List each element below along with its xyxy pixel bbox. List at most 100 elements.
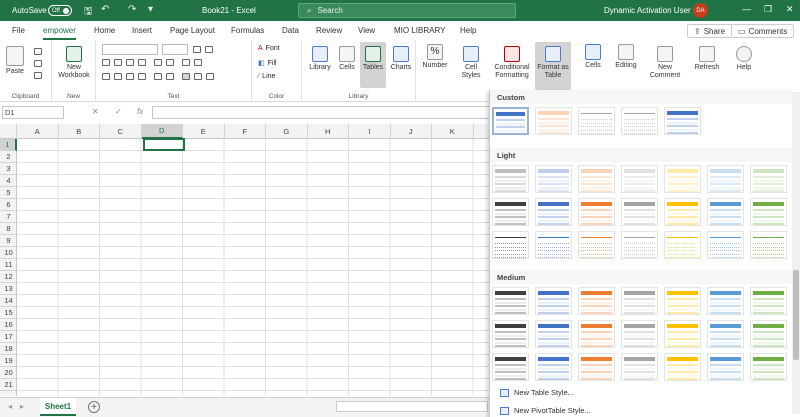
align-left-icon[interactable] (102, 73, 110, 80)
paste-button[interactable]: Paste (6, 46, 24, 76)
row-header[interactable]: 3 (0, 163, 17, 175)
line-color-button[interactable]: ∕ Line (258, 73, 275, 80)
row-header[interactable]: 20 (0, 367, 17, 379)
row-header[interactable]: 11 (0, 259, 17, 271)
table-style-swatch[interactable] (707, 353, 744, 381)
comments-button[interactable]: ▭ Comments (731, 24, 795, 38)
column-header[interactable]: I (349, 124, 391, 139)
row-header[interactable]: 9 (0, 235, 17, 247)
save-icon[interactable]: 🖫 (84, 4, 93, 21)
undo-icon[interactable]: ↶ (101, 4, 109, 15)
justify-icon[interactable] (138, 73, 146, 80)
column-header[interactable]: C (100, 124, 142, 139)
grow-font-icon[interactable] (193, 46, 201, 53)
refresh-button[interactable]: Refresh (692, 46, 722, 72)
table-style-swatch[interactable] (492, 353, 529, 381)
row-header[interactable]: 19 (0, 355, 17, 367)
cells-menu-button[interactable]: Cells (580, 44, 606, 70)
share-button[interactable]: ⇪ Share (687, 24, 733, 38)
bold-icon[interactable] (102, 59, 110, 66)
font-size-select[interactable] (162, 44, 188, 55)
gallery-scroll-thumb[interactable] (793, 270, 799, 360)
row-header[interactable]: 5 (0, 187, 17, 199)
insert-function-icon[interactable]: fx (137, 107, 143, 116)
tab-mio-library[interactable]: MIO LIBRARY (394, 26, 445, 35)
outdent-icon[interactable] (166, 73, 174, 80)
row-header[interactable]: 4 (0, 175, 17, 187)
horizontal-scrollbar[interactable] (336, 401, 488, 412)
column-header[interactable]: G (266, 124, 308, 139)
library-button[interactable]: Library (306, 46, 334, 72)
row-header[interactable]: 15 (0, 307, 17, 319)
cells-button[interactable]: Cells (336, 46, 358, 72)
row-header[interactable]: 16 (0, 319, 17, 331)
row-header[interactable]: 21 (0, 379, 17, 391)
table-style-swatch[interactable] (492, 107, 529, 135)
underline-icon[interactable] (126, 59, 134, 66)
row-header[interactable]: 14 (0, 295, 17, 307)
cut-icon[interactable] (34, 48, 42, 55)
tab-data[interactable]: Data (282, 26, 299, 35)
table-style-swatch[interactable] (578, 165, 615, 193)
minimize-icon[interactable]: — (742, 4, 751, 14)
table-style-swatch[interactable] (664, 287, 701, 315)
search-box[interactable]: ⌕ Search (298, 3, 516, 18)
table-style-swatch[interactable] (707, 231, 744, 259)
row-header[interactable]: 10 (0, 247, 17, 259)
table-style-swatch[interactable] (750, 231, 787, 259)
avatar[interactable]: DA (693, 3, 708, 18)
new-comment-button[interactable]: New Comment (646, 46, 684, 80)
table-style-swatch[interactable] (535, 231, 572, 259)
sub-icon[interactable] (154, 59, 162, 66)
table-style-swatch[interactable] (750, 353, 787, 381)
redo-icon[interactable]: ↷ (128, 4, 136, 15)
table-style-swatch[interactable] (664, 320, 701, 348)
table-style-swatch[interactable] (664, 198, 701, 226)
help-button[interactable]: Help (732, 46, 756, 72)
tab-review[interactable]: Review (316, 26, 342, 35)
sheet-tab[interactable]: Sheet1 (40, 398, 76, 416)
table-style-swatch[interactable] (621, 231, 658, 259)
table-style-swatch[interactable] (621, 198, 658, 226)
column-header[interactable]: H (308, 124, 349, 139)
table-style-swatch[interactable] (535, 353, 572, 381)
align-right-icon[interactable] (126, 73, 134, 80)
row-header[interactable]: 7 (0, 211, 17, 223)
row-header[interactable]: 6 (0, 199, 17, 211)
table-style-swatch[interactable] (750, 198, 787, 226)
column-header[interactable]: E (183, 124, 225, 139)
cancel-icon[interactable]: ✕ (92, 107, 99, 116)
close-icon[interactable]: ✕ (786, 4, 794, 15)
align-top-icon[interactable] (182, 73, 190, 80)
table-style-swatch[interactable] (750, 165, 787, 193)
tab-page-layout[interactable]: Page Layout (170, 26, 215, 35)
gallery-scrollbar[interactable] (792, 92, 800, 414)
formula-input[interactable] (152, 106, 490, 119)
editing-button[interactable]: Editing (612, 44, 640, 70)
table-style-swatch[interactable] (707, 287, 744, 315)
cell-styles-button[interactable]: Cell Styles (456, 46, 486, 80)
copy-icon[interactable] (34, 60, 42, 67)
column-header[interactable]: K (432, 124, 474, 139)
table-style-swatch[interactable] (578, 198, 615, 226)
table-style-swatch[interactable] (707, 198, 744, 226)
select-all-corner[interactable] (0, 124, 17, 139)
column-header[interactable]: F (225, 124, 266, 139)
table-style-swatch[interactable] (621, 107, 658, 135)
tab-help[interactable]: Help (460, 26, 476, 35)
conditional-formatting-button[interactable]: Conditional Formatting (490, 46, 534, 80)
table-style-swatch[interactable] (664, 231, 701, 259)
table-style-swatch[interactable] (621, 165, 658, 193)
sup-icon[interactable] (166, 59, 174, 66)
user-name[interactable]: Dynamic Activation User (604, 6, 691, 15)
italic-icon[interactable] (114, 59, 122, 66)
table-style-swatch[interactable] (578, 287, 615, 315)
column-header[interactable]: B (59, 124, 100, 139)
table-style-swatch[interactable] (492, 198, 529, 226)
name-box[interactable]: D1 (2, 106, 64, 119)
autosave-toggle[interactable]: Off (48, 5, 72, 16)
indent-icon[interactable] (154, 73, 162, 80)
table-style-swatch[interactable] (492, 165, 529, 193)
table-style-swatch[interactable] (578, 320, 615, 348)
new-workbook-button[interactable]: New Workbook (56, 46, 92, 80)
